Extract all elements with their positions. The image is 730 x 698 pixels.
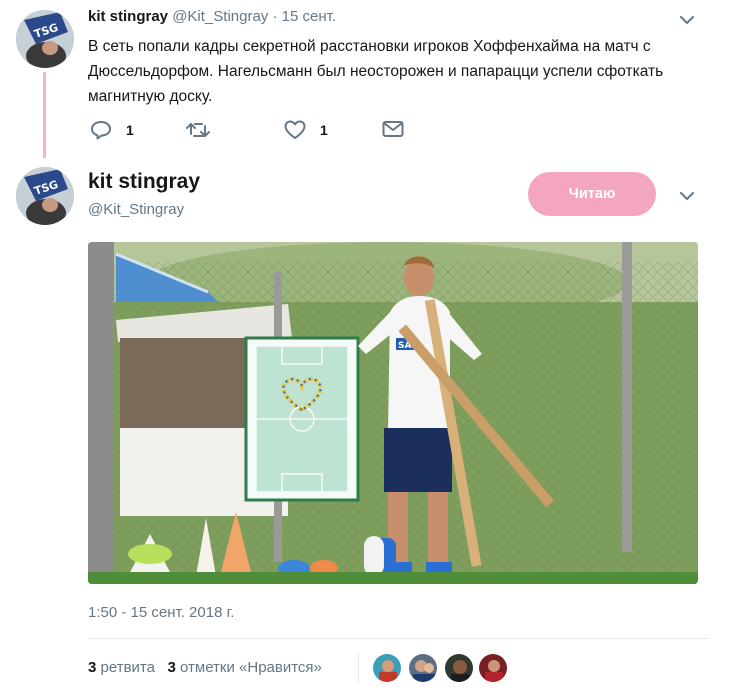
stats-divider (88, 638, 710, 639)
liker-avatar[interactable] (372, 653, 402, 683)
retweets-number[interactable]: 3 (88, 659, 96, 676)
main-author-avatar[interactable]: TSG (16, 167, 74, 225)
author-avatar[interactable]: TSG (16, 10, 74, 68)
author-name[interactable]: kit stingray (88, 8, 168, 25)
liker-avatar[interactable] (408, 653, 438, 683)
liker-avatar[interactable] (478, 653, 508, 683)
direct-message-icon (382, 121, 404, 137)
retweet-icon (186, 123, 210, 137)
header-separator: · (272, 8, 278, 25)
reply-tweet-header: kit stingray @Kit_Stingray · 15 сент. (88, 8, 336, 25)
direct-message-button[interactable] (382, 120, 404, 138)
tweet-timestamp[interactable]: 1:50 - 15 сент. 2018 г. (88, 604, 234, 621)
reply-icon (91, 121, 111, 140)
thread-connector-line (43, 72, 46, 158)
tweet-text: В сеть попали кадры секретной расстановк… (88, 38, 664, 105)
reply-button[interactable]: 1 (90, 120, 134, 140)
stats-separator (358, 653, 359, 683)
like-icon (284, 120, 306, 139)
likes-label[interactable]: отметки «Нравится» (180, 659, 322, 676)
like-button[interactable]: 1 (284, 120, 328, 140)
reply-count: 1 (126, 122, 134, 138)
tweet-photo[interactable]: SAP (88, 242, 698, 584)
chevron-down-icon[interactable] (677, 186, 697, 206)
follow-button[interactable]: Читаю (528, 172, 656, 216)
author-handle[interactable]: @Kit_Stingray (172, 8, 268, 25)
chevron-down-icon[interactable] (677, 10, 697, 30)
tweet-time[interactable]: 15 сент. (282, 8, 336, 25)
likes-number[interactable]: 3 (167, 659, 175, 676)
main-author-handle[interactable]: @Kit_Stingray (88, 201, 184, 218)
liker-avatar[interactable] (444, 653, 474, 683)
retweet-button[interactable] (186, 120, 224, 140)
like-count: 1 (320, 122, 328, 138)
retweets-label[interactable]: ретвита (101, 659, 155, 676)
tweet-stats: 3 ретвита 3 отметки «Нравится» (88, 659, 322, 676)
main-author-name[interactable]: kit stingray (88, 170, 200, 194)
